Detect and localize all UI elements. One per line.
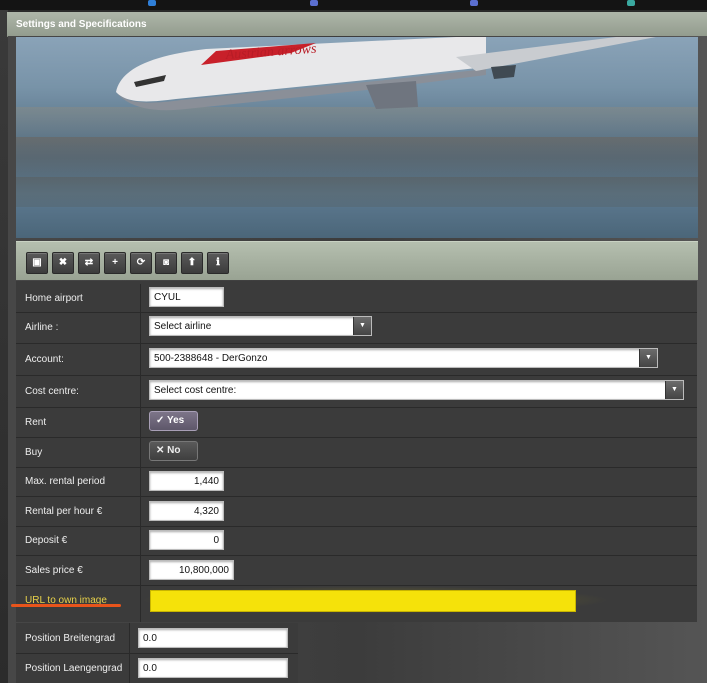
- save-icon[interactable]: ▣: [26, 252, 48, 274]
- cost-centre-label: Cost centre:: [25, 386, 79, 397]
- app-icon[interactable]: [470, 0, 478, 6]
- close-icon: ✕: [156, 445, 165, 456]
- home-airport-input[interactable]: CYUL: [149, 287, 224, 307]
- url-image-input[interactable]: [150, 590, 576, 612]
- row-home-airport: Home airport CYUL: [16, 284, 697, 313]
- rent-label: Rent: [25, 417, 47, 428]
- breitengrad-label: Position Breitengrad: [25, 633, 116, 644]
- chevron-down-icon[interactable]: ▼: [665, 381, 683, 399]
- row-rent: Rent ✓ Yes: [16, 407, 697, 438]
- row-max-rental: Max. rental period 1,440: [16, 467, 697, 497]
- row-breitengrad: Position Breitengrad 0.0: [16, 623, 298, 654]
- dialog-title: Settings and Specifications: [16, 19, 147, 30]
- left-edge: [0, 10, 8, 683]
- row-deposit: Deposit € 0: [16, 526, 697, 556]
- airline-select-value: Select airline: [154, 321, 212, 332]
- row-airline: Airline : Select airline ▼: [16, 312, 697, 344]
- deposit-label: Deposit €: [25, 535, 68, 546]
- account-label: Account:: [25, 354, 64, 365]
- row-cost-centre: Cost centre: Select cost centre: ▼: [16, 375, 697, 408]
- rental-hour-label: Rental per hour €: [25, 506, 103, 517]
- laengengrad-input[interactable]: 0.0: [138, 658, 288, 678]
- account-select[interactable]: 500-2388648 - DerGonzo ▼: [149, 348, 658, 368]
- row-laengengrad: Position Laengengrad 0.0: [16, 653, 298, 683]
- buy-toggle-label: No: [167, 445, 181, 456]
- upload-icon[interactable]: ⬆: [181, 252, 203, 274]
- settings-form: Home airport CYUL Airline : Select airli…: [16, 281, 697, 622]
- laengengrad-label: Position Laengengrad: [25, 663, 123, 674]
- add-icon[interactable]: +: [104, 252, 126, 274]
- chevron-down-icon[interactable]: ▼: [639, 349, 657, 367]
- buy-label: Buy: [25, 447, 43, 458]
- account-select-value: 500-2388648 - DerGonzo: [154, 353, 268, 364]
- rental-hour-input[interactable]: 4,320: [149, 501, 224, 521]
- check-icon: ✓: [156, 415, 165, 426]
- sales-price-label: Sales price €: [25, 565, 83, 576]
- sales-price-input[interactable]: 10,800,000: [149, 560, 234, 580]
- swap-icon[interactable]: ⇄: [78, 252, 100, 274]
- row-rental-hour: Rental per hour € 4,320: [16, 496, 697, 527]
- aircraft-photo: Austrian arrows: [16, 37, 698, 238]
- home-airport-label: Home airport: [25, 293, 83, 304]
- cost-centre-select[interactable]: Select cost centre: ▼: [149, 380, 684, 400]
- aircraft-image: Austrian arrows: [116, 37, 656, 111]
- rent-toggle-label: Yes: [167, 415, 185, 426]
- breitengrad-input[interactable]: 0.0: [138, 628, 288, 648]
- app-icon[interactable]: [310, 0, 318, 6]
- airline-select[interactable]: Select airline ▼: [149, 316, 372, 336]
- taskbar-strip: [0, 0, 707, 10]
- photo-icon[interactable]: ◙: [155, 252, 177, 274]
- close-icon[interactable]: ✖: [52, 252, 74, 274]
- chevron-down-icon[interactable]: ▼: [353, 317, 371, 335]
- rent-toggle[interactable]: ✓ Yes: [149, 411, 198, 431]
- toolbar: ▣ ✖ ⇄ + ⟳ ◙ ⬆ ℹ: [16, 241, 698, 280]
- refresh-icon[interactable]: ⟳: [130, 252, 152, 274]
- app-icon[interactable]: [148, 0, 156, 6]
- cost-centre-select-value: Select cost centre:: [154, 385, 237, 396]
- row-account: Account: 500-2388648 - DerGonzo ▼: [16, 343, 697, 376]
- dialog-titlebar[interactable]: Settings and Specifications: [7, 12, 707, 37]
- buy-toggle[interactable]: ✕ No: [149, 441, 198, 461]
- deposit-input[interactable]: 0: [149, 530, 224, 550]
- app-icon[interactable]: [627, 0, 635, 6]
- position-form: Position Breitengrad 0.0 Position Laenge…: [16, 623, 298, 683]
- annotation-underline: [11, 604, 121, 607]
- airline-label: Airline :: [25, 322, 59, 333]
- max-rental-label: Max. rental period: [25, 476, 106, 487]
- row-buy: Buy ✕ No: [16, 437, 697, 468]
- info-icon[interactable]: ℹ: [207, 252, 229, 274]
- row-sales-price: Sales price € 10,800,000: [16, 555, 697, 586]
- max-rental-input[interactable]: 1,440: [149, 471, 224, 491]
